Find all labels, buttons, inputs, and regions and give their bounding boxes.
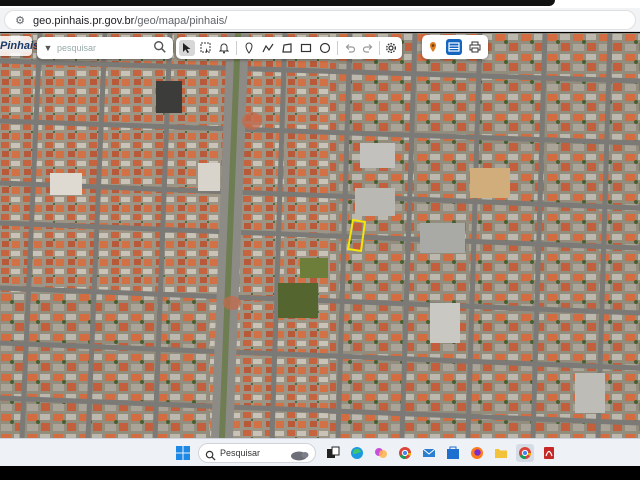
pinhais-logo: Pinhais bbox=[0, 36, 39, 56]
screen-bottom-edge bbox=[0, 466, 640, 480]
folder-icon[interactable] bbox=[492, 444, 510, 462]
copilot-icon[interactable] bbox=[372, 444, 390, 462]
undo-icon[interactable] bbox=[342, 40, 358, 56]
map-layer-icon[interactable] bbox=[446, 39, 462, 55]
circle-icon[interactable] bbox=[317, 40, 333, 56]
taskbar-search-label: Pesquisar bbox=[220, 448, 261, 458]
search-icon[interactable] bbox=[153, 40, 169, 56]
drawing-toolbar bbox=[176, 37, 402, 59]
task-view-icon[interactable] bbox=[324, 444, 342, 462]
url-text[interactable]: geo.pinhais.pr.gov.br/geo/mapa/pinhais/ bbox=[33, 14, 227, 28]
bell-icon[interactable] bbox=[216, 40, 232, 56]
url-host: geo.pinhais.pr.gov.br bbox=[33, 15, 135, 27]
url-path: /geo/mapa/pinhais/ bbox=[134, 15, 228, 27]
search-icon bbox=[205, 448, 216, 461]
edge-icon[interactable] bbox=[348, 444, 366, 462]
map-search-bar: ▼ bbox=[37, 37, 173, 59]
firefox-icon[interactable] bbox=[468, 444, 486, 462]
windows-taskbar: Pesquisar bbox=[0, 438, 640, 466]
url-field[interactable]: ⚙ geo.pinhais.pr.gov.br/geo/mapa/pinhais… bbox=[4, 10, 636, 30]
pdf-icon[interactable] bbox=[540, 444, 558, 462]
taskbar-search[interactable]: Pesquisar bbox=[198, 443, 316, 463]
chrome-active-icon[interactable] bbox=[516, 444, 534, 462]
chrome-icon[interactable] bbox=[396, 444, 414, 462]
store-icon[interactable] bbox=[444, 444, 462, 462]
layers-toolbar bbox=[422, 35, 488, 59]
print-icon[interactable] bbox=[467, 39, 483, 55]
map-imagery[interactable] bbox=[0, 33, 640, 438]
rectangle-icon[interactable] bbox=[298, 40, 314, 56]
select-box-icon[interactable] bbox=[198, 40, 214, 56]
satellite-map[interactable] bbox=[0, 33, 640, 438]
search-input[interactable] bbox=[57, 40, 149, 56]
pin-icon[interactable] bbox=[241, 40, 257, 56]
select-arrow-icon[interactable] bbox=[179, 40, 195, 56]
settings-icon[interactable] bbox=[383, 40, 399, 56]
windows-start-icon[interactable] bbox=[176, 446, 190, 460]
chevron-down-icon[interactable]: ▼ bbox=[40, 40, 56, 56]
polyline-icon[interactable] bbox=[260, 40, 276, 56]
hippo-icon bbox=[289, 448, 309, 461]
marker-layer-icon[interactable] bbox=[425, 39, 441, 55]
polygon-icon[interactable] bbox=[279, 40, 295, 56]
browser-address-bar: ⚙ geo.pinhais.pr.gov.br/geo/mapa/pinhais… bbox=[0, 8, 640, 32]
tune-icon[interactable]: ⚙ bbox=[13, 14, 27, 28]
mail-icon[interactable] bbox=[420, 444, 438, 462]
top-strip bbox=[0, 0, 640, 8]
redo-icon[interactable] bbox=[360, 40, 376, 56]
